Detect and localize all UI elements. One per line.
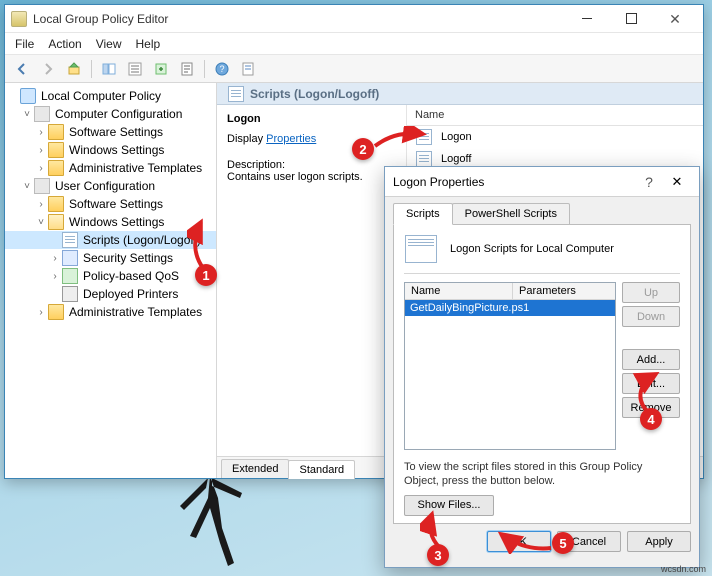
- menu-bar: File Action View Help: [5, 33, 703, 55]
- dialog-heading: Logon Scripts for Local Computer: [450, 243, 614, 255]
- scripts-listview[interactable]: Name Parameters GetDailyBingPicture.ps1: [404, 282, 616, 450]
- filter-button[interactable]: [176, 58, 198, 80]
- app-icon: [11, 11, 27, 27]
- toolbar: ?: [5, 55, 703, 83]
- script-icon: [416, 151, 432, 167]
- dialog-close-button[interactable]: ✕: [663, 174, 691, 190]
- dialog-title: Logon Properties: [393, 175, 635, 189]
- description-label: Description:: [227, 159, 396, 171]
- callout-1: 1: [195, 264, 217, 286]
- refresh-button[interactable]: [237, 58, 259, 80]
- show-files-note: To view the script files stored in this …: [404, 460, 680, 489]
- close-button[interactable]: ✕: [653, 9, 697, 29]
- arrow-1: [187, 218, 221, 270]
- tab-extended[interactable]: Extended: [221, 459, 289, 478]
- tree-user-admin[interactable]: ›Administrative Templates: [5, 303, 216, 321]
- folder-icon: [48, 196, 64, 212]
- script-icon: [405, 235, 437, 263]
- description-text: Contains user logon scripts.: [227, 171, 396, 183]
- logon-properties-dialog: Logon Properties ? ✕ Scripts PowerShell …: [384, 166, 700, 568]
- folder-icon: [48, 160, 64, 176]
- properties-button[interactable]: [124, 58, 146, 80]
- description-panel: Logon Display Properties Description: Co…: [217, 105, 407, 456]
- separator: [404, 273, 680, 274]
- window-title: Local Group Policy Editor: [33, 12, 565, 26]
- properties-link[interactable]: Properties: [266, 133, 316, 145]
- forward-button[interactable]: [37, 58, 59, 80]
- security-icon: [62, 250, 78, 266]
- tree-deployed-printers[interactable]: ·Deployed Printers: [5, 285, 216, 303]
- down-button[interactable]: Down: [622, 306, 680, 327]
- folder-icon: [48, 124, 64, 140]
- display-label: Display: [227, 133, 263, 145]
- folder-open-icon: [48, 214, 64, 230]
- tree-comp-software[interactable]: ›Software Settings: [5, 123, 216, 141]
- policy-tree[interactable]: ▾Local Computer Policy ˅Computer Configu…: [5, 83, 217, 478]
- tab-standard[interactable]: Standard: [288, 460, 355, 479]
- list-item-logon[interactable]: Logon: [407, 126, 703, 148]
- tree-computer-config[interactable]: ˅Computer Configuration: [5, 105, 216, 123]
- help-button[interactable]: ?: [211, 58, 233, 80]
- show-tree-button[interactable]: [98, 58, 120, 80]
- menu-help[interactable]: Help: [136, 37, 161, 51]
- computer-icon: [34, 106, 50, 122]
- arrow-5: [495, 528, 555, 554]
- details-header: Scripts (Logon/Logoff): [217, 83, 703, 105]
- column-header-name[interactable]: Name: [407, 105, 703, 126]
- svg-text:?: ?: [219, 64, 224, 74]
- apply-button[interactable]: Apply: [627, 531, 691, 552]
- script-row[interactable]: GetDailyBingPicture.ps1: [405, 300, 615, 316]
- minimize-button[interactable]: [565, 9, 609, 29]
- folder-icon: [48, 304, 64, 320]
- tree-user-config[interactable]: ˅User Configuration: [5, 177, 216, 195]
- arrow-2: [371, 126, 427, 152]
- printer-icon: [62, 286, 78, 302]
- callout-4: 4: [640, 408, 662, 430]
- dialog-tabs: Scripts PowerShell Scripts: [385, 197, 699, 225]
- tree-root[interactable]: ▾Local Computer Policy: [5, 87, 216, 105]
- menu-view[interactable]: View: [96, 37, 122, 51]
- tree-user-software[interactable]: ›Software Settings: [5, 195, 216, 213]
- tree-user-windows[interactable]: ˅Windows Settings: [5, 213, 216, 231]
- watermark: wcsdn.com: [661, 564, 706, 574]
- tree-security-settings[interactable]: ›Security Settings: [5, 249, 216, 267]
- callout-5: 5: [552, 532, 574, 554]
- qos-icon: [62, 268, 78, 284]
- tree-comp-windows[interactable]: ›Windows Settings: [5, 141, 216, 159]
- selected-item-title: Logon: [227, 113, 396, 125]
- script-icon: [228, 86, 244, 102]
- script-icon: [62, 232, 78, 248]
- callout-2: 2: [352, 138, 374, 160]
- dialog-help-button[interactable]: ?: [635, 174, 663, 190]
- folder-icon: [48, 142, 64, 158]
- tab-powershell-scripts[interactable]: PowerShell Scripts: [452, 203, 570, 225]
- up-button[interactable]: Up: [622, 282, 680, 303]
- up-button[interactable]: [63, 58, 85, 80]
- back-button[interactable]: [11, 58, 33, 80]
- tree-policy-qos[interactable]: ›Policy-based QoS: [5, 267, 216, 285]
- menu-file[interactable]: File: [15, 37, 34, 51]
- tab-scripts[interactable]: Scripts: [393, 203, 453, 225]
- column-header-parameters[interactable]: Parameters: [513, 283, 615, 299]
- add-button[interactable]: Add...: [622, 349, 680, 370]
- titlebar[interactable]: Local Group Policy Editor ✕: [5, 5, 703, 33]
- tree-comp-admin[interactable]: ›Administrative Templates: [5, 159, 216, 177]
- export-button[interactable]: [150, 58, 172, 80]
- tree-scripts-logon-logoff[interactable]: ·Scripts (Logon/Logoff): [5, 231, 216, 249]
- dialog-titlebar[interactable]: Logon Properties ? ✕: [385, 167, 699, 197]
- menu-action[interactable]: Action: [48, 37, 81, 51]
- policy-icon: [20, 88, 36, 104]
- maximize-button[interactable]: [609, 9, 653, 29]
- user-icon: [34, 178, 50, 194]
- column-header-name[interactable]: Name: [405, 283, 513, 299]
- callout-3: 3: [427, 544, 449, 566]
